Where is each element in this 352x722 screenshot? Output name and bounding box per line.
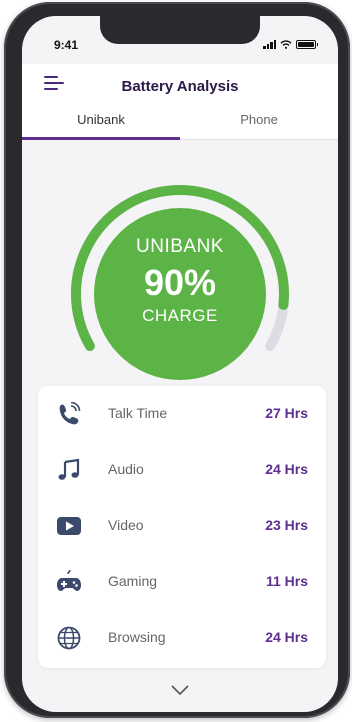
stat-value: 11 Hrs [265, 573, 308, 589]
usage-card: Talk Time 27 Hrs Audio 24 Hrs Video 23 H… [38, 386, 326, 668]
app-header: Battery Analysis [22, 64, 338, 108]
stat-value: 24 Hrs [265, 461, 308, 477]
gauge-label-bottom: CHARGE [142, 306, 218, 325]
wifi-icon [280, 40, 292, 49]
stat-value: 27 Hrs [265, 405, 308, 421]
phone-frame: 9:41 Battery Analysis Unibank Phone UNIB… [4, 2, 350, 718]
status-icons [263, 40, 318, 49]
stat-row-video[interactable]: Video 23 Hrs [38, 498, 326, 554]
chevron-down-icon[interactable] [170, 684, 190, 696]
stat-label: Gaming [108, 573, 158, 589]
tab-bar: Unibank Phone [22, 106, 338, 140]
status-time: 9:41 [54, 38, 79, 52]
tab-unibank[interactable]: Unibank [22, 106, 180, 140]
stat-row-talk-time[interactable]: Talk Time 27 Hrs [38, 386, 326, 442]
stat-label: Video [108, 517, 144, 533]
music-note-icon [58, 458, 80, 480]
gauge-percent: 90% [143, 262, 217, 303]
gamepad-icon [57, 570, 81, 591]
video-play-icon [57, 517, 81, 535]
stat-label: Talk Time [108, 405, 168, 421]
globe-icon [57, 626, 81, 650]
stat-row-audio[interactable]: Audio 24 Hrs [38, 442, 326, 498]
phone-call-icon [59, 402, 81, 425]
page-title: Battery Analysis [121, 78, 239, 95]
gauge-label-top: UNIBANK [136, 236, 224, 257]
stat-label: Browsing [108, 629, 166, 645]
app-screen: 9:41 Battery Analysis Unibank Phone UNIB… [22, 16, 338, 712]
stat-row-browsing[interactable]: Browsing 24 Hrs [38, 610, 326, 666]
signal-icon [263, 40, 276, 49]
stat-label: Audio [108, 461, 144, 477]
battery-icon [296, 40, 318, 49]
charge-gauge: UNIBANK 90% CHARGE [70, 182, 290, 382]
tab-phone[interactable]: Phone [180, 106, 338, 140]
stat-row-gaming[interactable]: Gaming 11 Hrs [38, 554, 326, 610]
notch [100, 16, 260, 44]
stat-value: 24 Hrs [265, 629, 308, 645]
stat-value: 23 Hrs [265, 517, 308, 533]
